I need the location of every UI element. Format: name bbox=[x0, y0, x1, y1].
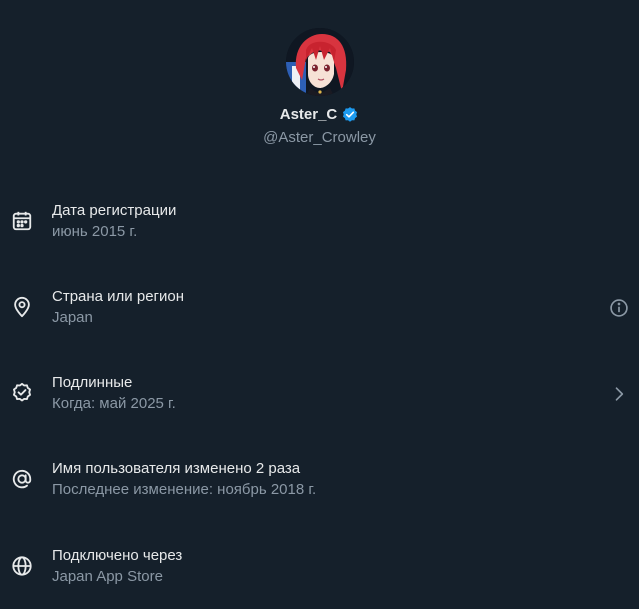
location-pin-icon bbox=[11, 296, 33, 318]
chevron-right-icon[interactable] bbox=[609, 384, 629, 404]
row-title: Имя пользователя изменено 2 раза bbox=[52, 460, 301, 477]
info-icon[interactable] bbox=[609, 298, 629, 318]
globe-icon bbox=[11, 555, 33, 577]
info-row-registration-date: Дата регистрации июнь 2015 г. bbox=[0, 195, 639, 251]
row-subtitle: Когда: май 2025 г. bbox=[52, 395, 176, 412]
row-title: Подключено через bbox=[52, 547, 183, 564]
profile-header: Aster_C @Aster_Crowley bbox=[0, 0, 639, 160]
row-subtitle: Japan bbox=[52, 309, 93, 326]
row-title: Дата регистрации bbox=[52, 202, 177, 219]
avatar[interactable] bbox=[286, 28, 354, 96]
verified-badge-icon bbox=[341, 106, 359, 124]
row-subtitle: июнь 2015 г. bbox=[52, 223, 138, 240]
info-row-connected-via: Подключено через Japan App Store bbox=[0, 540, 639, 596]
name-row: Aster_C bbox=[0, 104, 639, 126]
row-subtitle: Japan App Store bbox=[52, 568, 163, 585]
profile-handle: @Aster_Crowley bbox=[263, 129, 376, 146]
row-title: Страна или регион bbox=[52, 288, 185, 305]
display-name[interactable]: Aster_C bbox=[280, 105, 338, 125]
info-row-username-changes: Имя пользователя изменено 2 раза Последн… bbox=[0, 453, 639, 509]
info-row-authentic[interactable]: Подлинные Когда: май 2025 г. bbox=[0, 367, 639, 423]
row-subtitle: Последнее изменение: ноябрь 2018 г. bbox=[52, 481, 317, 498]
calendar-icon bbox=[11, 210, 33, 232]
row-title: Подлинные bbox=[52, 374, 133, 391]
info-row-country: Страна или регион Japan bbox=[0, 281, 639, 337]
verified-badge-icon bbox=[11, 382, 33, 404]
at-sign-icon bbox=[11, 468, 33, 490]
